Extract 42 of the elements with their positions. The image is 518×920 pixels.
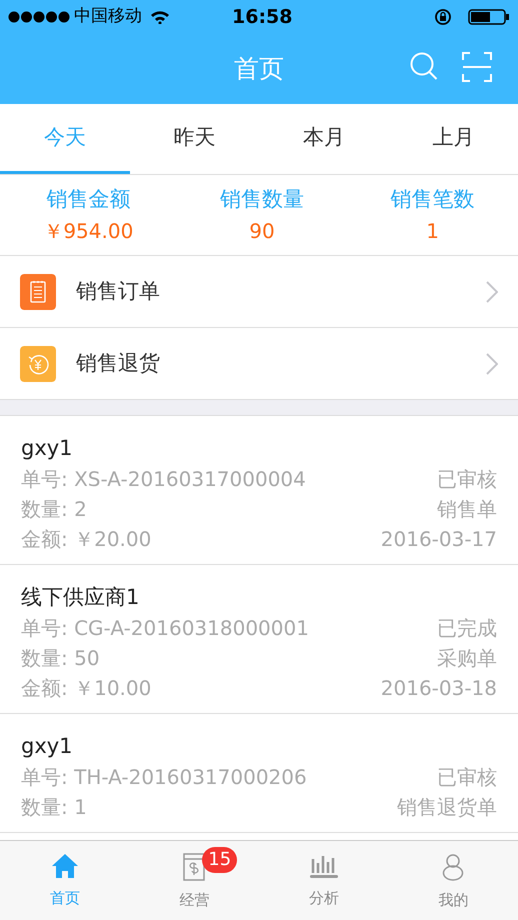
chevron-right-icon	[486, 352, 498, 374]
stat-value: 1	[426, 218, 440, 245]
page-title: 首页	[234, 53, 284, 86]
stat-label: 销售金额	[46, 186, 130, 214]
search-icon[interactable]	[410, 52, 438, 82]
bar-chart-icon	[308, 853, 339, 879]
order-detail: 已审核	[437, 466, 497, 493]
order-detail: 数量: 1	[21, 794, 87, 821]
order-detail: 2016-03-18	[380, 675, 497, 702]
order-detail: 采购单	[437, 645, 497, 672]
order-detail: 2016-03-17	[380, 526, 497, 553]
scan-icon[interactable]	[462, 52, 492, 82]
receipt-icon	[183, 853, 206, 881]
stat-label: 销售笔数	[390, 186, 475, 214]
home-icon	[50, 853, 79, 879]
order-detail: 销售单	[437, 496, 497, 523]
order-name: 线下供应商1	[21, 584, 140, 611]
order-detail: 金额: ￥20.00	[21, 526, 152, 553]
order-detail: 数量: 2	[21, 496, 87, 523]
order-detail: 单号: TH-A-20160317000206	[21, 764, 307, 791]
signal-icon	[8, 11, 70, 23]
stat-label: 销售数量	[220, 186, 304, 214]
order-detail: 金额: ￥10.00	[21, 675, 152, 702]
carrier-name: 中国移动	[74, 5, 142, 28]
order-name: gxy1	[21, 733, 74, 760]
tab-bar-item[interactable]: 经营 15	[130, 841, 259, 920]
rotation-lock-icon	[434, 8, 452, 26]
order-detail: 数量: 50	[21, 645, 100, 672]
stat-value: 90	[249, 218, 275, 245]
order-detail: 单号: CG-A-20160318000001	[21, 615, 309, 642]
battery-icon	[468, 9, 510, 25]
order-name: gxy1	[21, 435, 74, 462]
chevron-right-icon	[486, 280, 498, 302]
badge-count: 15	[202, 847, 238, 873]
status-time: 16:58	[232, 4, 292, 30]
person-icon	[442, 853, 464, 881]
order-detail: 单号: XS-A-20160317000004	[21, 466, 306, 493]
stat-value: ￥954.00	[43, 218, 134, 245]
wifi-icon	[150, 10, 170, 24]
order-detail: 已完成	[437, 615, 497, 642]
order-detail: 销售退货单	[397, 794, 497, 821]
order-detail: 已审核	[437, 764, 497, 791]
